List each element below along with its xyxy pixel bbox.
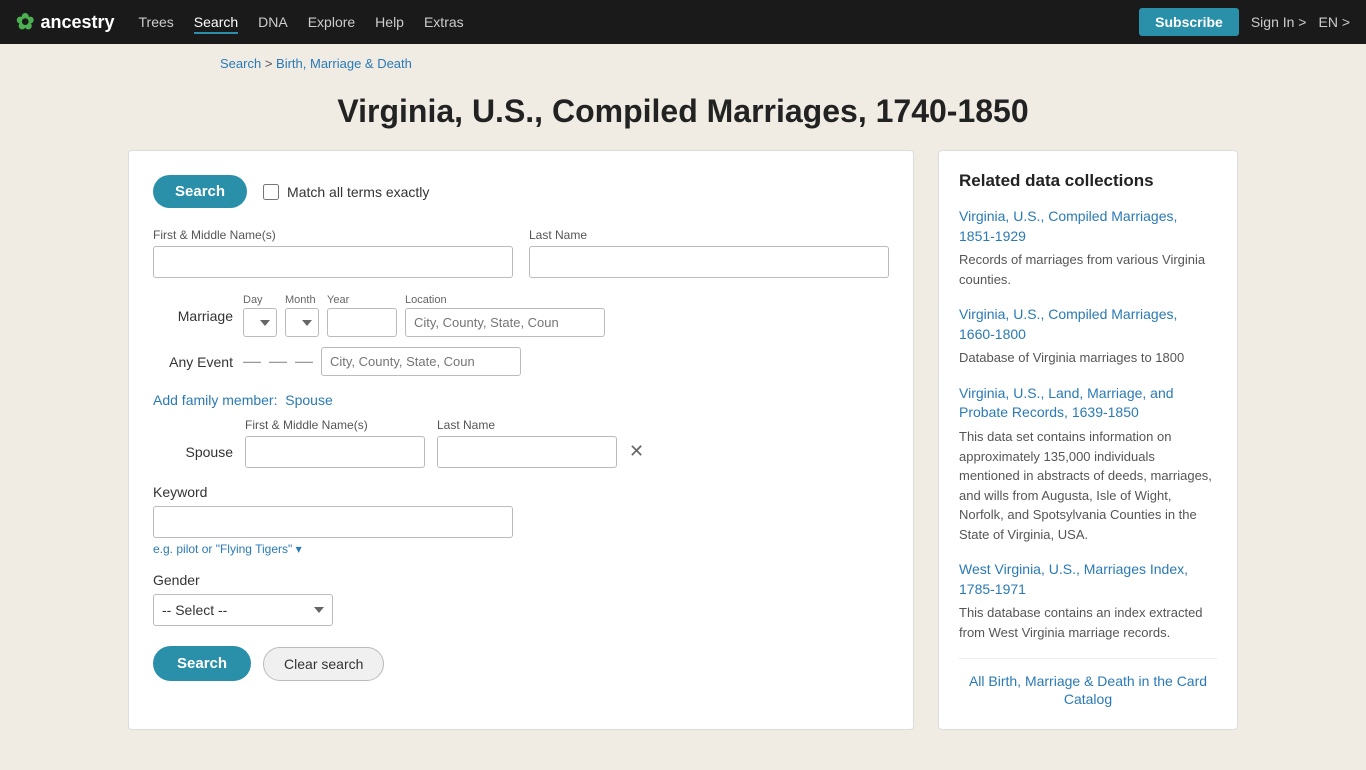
spouse-first-group: First & Middle Name(s) <box>245 418 425 468</box>
nav-extras[interactable]: Extras <box>424 10 464 34</box>
any-event-year-dash: — <box>295 351 313 376</box>
last-name-group: Last Name <box>529 228 889 278</box>
spouse-label: Spouse <box>153 444 233 468</box>
nav-search[interactable]: Search <box>194 10 238 34</box>
spouse-first-label: First & Middle Name(s) <box>245 418 425 432</box>
match-exact-checkbox[interactable] <box>263 184 279 200</box>
collection-item-3: West Virginia, U.S., Marriages Index, 17… <box>959 560 1217 642</box>
breadcrumb: Search > Birth, Marriage & Death <box>0 44 1366 83</box>
gender-select[interactable]: -- Select -- Male Female Unknown <box>153 594 333 626</box>
logo-text: ancestry <box>40 12 114 33</box>
spouse-last-label: Last Name <box>437 418 617 432</box>
clear-search-button[interactable]: Clear search <box>263 647 384 681</box>
search-panel: Search Match all terms exactly First & M… <box>128 150 914 730</box>
collection-item-2: Virginia, U.S., Land, Marriage, and Prob… <box>959 384 1217 544</box>
related-collections-title: Related data collections <box>959 171 1217 191</box>
gender-section: Gender -- Select -- Male Female Unknown <box>153 572 889 626</box>
collection-desc-1: Database of Virginia marriages to 1800 <box>959 348 1217 368</box>
any-event-month-dash: — <box>269 351 287 376</box>
location-label: Location <box>405 294 605 306</box>
event-section: Marriage Day Month <box>153 294 889 376</box>
spouse-row: Spouse First & Middle Name(s) Last Name … <box>153 418 889 468</box>
collection-all-link[interactable]: All Birth, Marriage & Death in the Card … <box>969 673 1207 707</box>
keyword-section: Keyword e.g. pilot or "Flying Tigers" ▾ <box>153 484 889 556</box>
related-collections: Related data collections Virginia, U.S.,… <box>938 150 1238 730</box>
any-event-label: Any Event <box>153 354 233 370</box>
subscribe-button[interactable]: Subscribe <box>1139 8 1239 36</box>
nav-trees[interactable]: Trees <box>139 10 174 34</box>
any-event-fields: — — — <box>243 347 889 376</box>
sidebar: Related data collections Virginia, U.S.,… <box>938 150 1238 730</box>
nav-help[interactable]: Help <box>375 10 404 34</box>
main-layout: Search Match all terms exactly First & M… <box>108 150 1258 770</box>
logo[interactable]: ✿ ancestry <box>16 9 115 35</box>
month-label: Month <box>285 294 319 306</box>
marriage-month-select[interactable] <box>285 308 319 337</box>
spouse-last-group: Last Name <box>437 418 617 468</box>
gender-label: Gender <box>153 572 889 588</box>
nav-links: Trees Search DNA Explore Help Extras <box>139 10 1116 34</box>
page-title: Virginia, U.S., Compiled Marriages, 1740… <box>0 93 1366 130</box>
breadcrumb-search[interactable]: Search <box>220 56 261 71</box>
marriage-fields: Day Month Year <box>243 294 889 337</box>
ancestry-logo-icon: ✿ <box>16 9 34 35</box>
marriage-year-group: Year <box>327 294 397 337</box>
language-selector[interactable]: EN > <box>1318 14 1350 30</box>
nav-dna[interactable]: DNA <box>258 10 288 34</box>
add-family-text: Add family member: <box>153 392 277 408</box>
last-name-label: Last Name <box>529 228 889 242</box>
breadcrumb-separator: > <box>265 56 276 71</box>
collection-desc-0: Records of marriages from various Virgin… <box>959 250 1217 289</box>
marriage-label: Marriage <box>153 308 233 324</box>
collection-link-2[interactable]: Virginia, U.S., Land, Marriage, and Prob… <box>959 384 1217 423</box>
marriage-location-group: Location <box>405 294 605 337</box>
keyword-input[interactable] <box>153 506 513 538</box>
signin-link[interactable]: Sign In > <box>1251 14 1307 30</box>
marriage-event-row: Marriage Day Month <box>153 294 889 337</box>
navigation: ✿ ancestry Trees Search DNA Explore Help… <box>0 0 1366 44</box>
first-name-input[interactable] <box>153 246 513 278</box>
keyword-hint[interactable]: e.g. pilot or "Flying Tigers" ▾ <box>153 542 889 556</box>
collection-all: All Birth, Marriage & Death in the Card … <box>959 658 1217 709</box>
keyword-label: Keyword <box>153 484 889 500</box>
add-family-section: Add family member: Spouse <box>153 392 889 408</box>
spouse-first-input[interactable] <box>245 436 425 468</box>
marriage-year-input[interactable] <box>327 308 397 337</box>
nav-right: Subscribe Sign In > EN > <box>1139 8 1350 36</box>
any-event-location-input[interactable] <box>321 347 521 376</box>
bottom-buttons: Search Clear search <box>153 646 889 681</box>
match-exact-label[interactable]: Match all terms exactly <box>263 184 429 200</box>
name-row: First & Middle Name(s) Last Name <box>153 228 889 278</box>
collection-link-3[interactable]: West Virginia, U.S., Marriages Index, 17… <box>959 560 1217 599</box>
search-button-bottom[interactable]: Search <box>153 646 251 681</box>
collection-item-0: Virginia, U.S., Compiled Marriages, 1851… <box>959 207 1217 289</box>
marriage-day-select[interactable] <box>243 308 277 337</box>
search-button-top[interactable]: Search <box>153 175 247 208</box>
breadcrumb-category[interactable]: Birth, Marriage & Death <box>276 56 412 71</box>
first-name-label: First & Middle Name(s) <box>153 228 513 242</box>
any-event-day-dash: — <box>243 351 261 376</box>
day-label: Day <box>243 294 277 306</box>
collection-link-0[interactable]: Virginia, U.S., Compiled Marriages, 1851… <box>959 207 1217 246</box>
year-label: Year <box>327 294 397 306</box>
marriage-location-input[interactable] <box>405 308 605 337</box>
match-exact-text: Match all terms exactly <box>287 184 429 200</box>
spouse-last-input[interactable] <box>437 436 617 468</box>
collection-link-1[interactable]: Virginia, U.S., Compiled Marriages, 1660… <box>959 305 1217 344</box>
first-name-group: First & Middle Name(s) <box>153 228 513 278</box>
spouse-remove-button[interactable]: ✕ <box>629 441 644 468</box>
collection-item-1: Virginia, U.S., Compiled Marriages, 1660… <box>959 305 1217 368</box>
spouse-link[interactable]: Spouse <box>285 392 332 408</box>
collection-desc-2: This data set contains information on ap… <box>959 427 1217 544</box>
collection-desc-3: This database contains an index extracte… <box>959 603 1217 642</box>
marriage-month-group: Month <box>285 294 319 337</box>
marriage-day-group: Day <box>243 294 277 337</box>
search-panel-header: Search Match all terms exactly <box>153 175 889 208</box>
last-name-input[interactable] <box>529 246 889 278</box>
nav-explore[interactable]: Explore <box>308 10 355 34</box>
any-event-row: Any Event — — — <box>153 347 889 376</box>
